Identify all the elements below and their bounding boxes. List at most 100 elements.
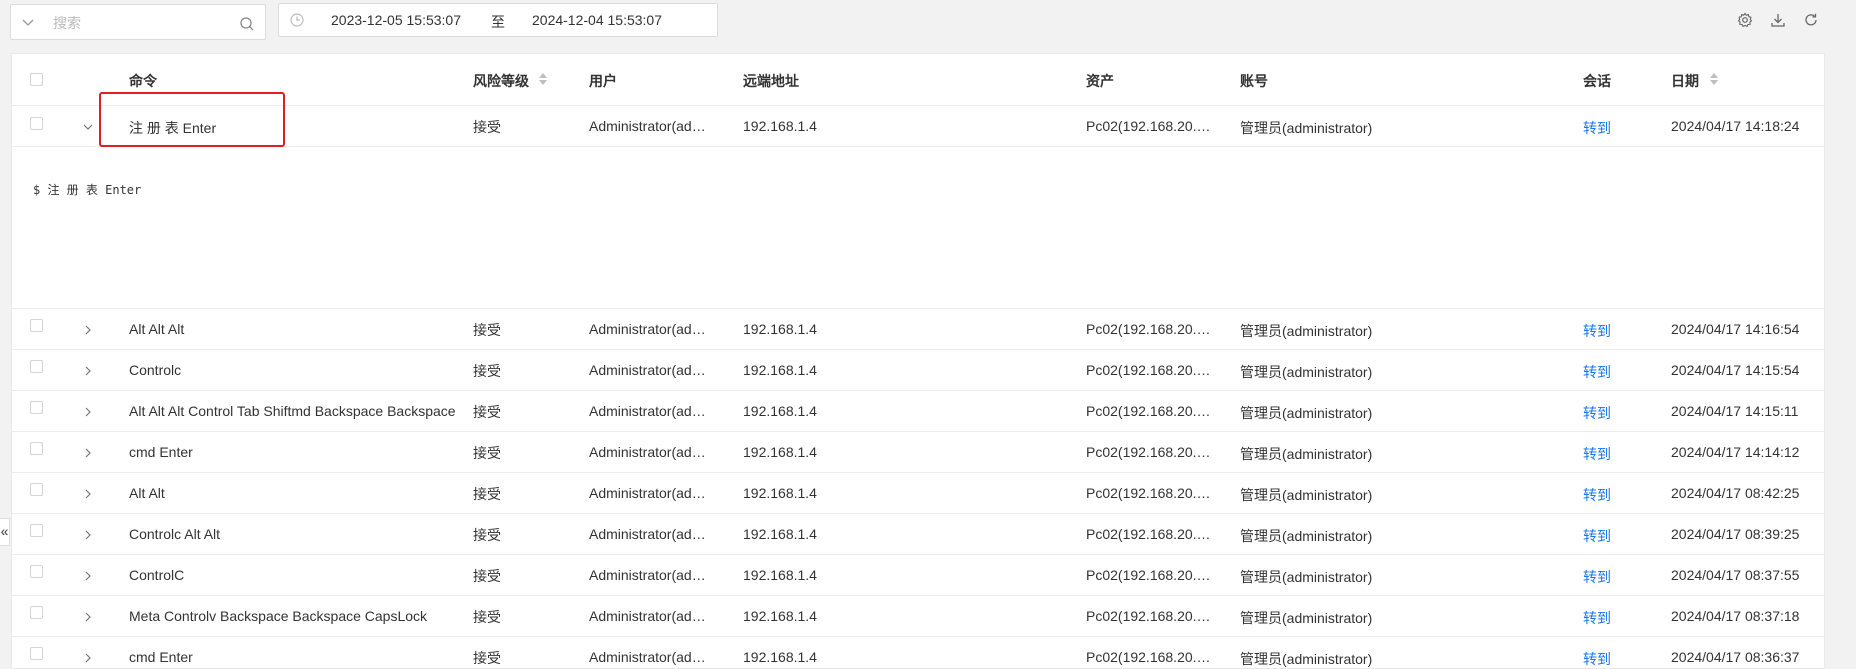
session-link[interactable]: 转到 (1583, 608, 1611, 628)
chevron-right-icon[interactable] (81, 405, 95, 419)
cell-account: 管理员(administrator) (1240, 364, 1373, 380)
cell-date: 2024/04/17 08:39:25 (1671, 526, 1800, 542)
cell-command: cmd Enter (129, 649, 193, 665)
cell-user: Administrator(administrator) (589, 608, 707, 624)
cell-account: 管理员(administrator) (1240, 487, 1373, 503)
chevron-down-icon[interactable] (81, 120, 95, 134)
cell-asset: Pc02(192.168.20.11) (1086, 526, 1214, 542)
row-checkbox[interactable] (30, 647, 43, 660)
cell-account: 管理员(administrator) (1240, 569, 1373, 585)
cell-risk: 接受 (473, 445, 501, 461)
cell-remote: 192.168.1.4 (743, 403, 817, 419)
cell-risk: 接受 (473, 404, 501, 420)
date-from[interactable]: 2023-12-05 15:53:07 (331, 12, 461, 28)
cell-remote: 192.168.1.4 (743, 444, 817, 460)
table-row[interactable]: Alt Alt Alt Control Tab Shiftmd Backspac… (12, 391, 1824, 432)
table-row[interactable]: 注 册 表 Enter 接受 Administrator(administrat… (12, 106, 1824, 147)
row-checkbox[interactable] (30, 401, 43, 414)
cell-account: 管理员(administrator) (1240, 446, 1373, 462)
row-checkbox[interactable] (30, 360, 43, 373)
sort-icon[interactable] (1709, 72, 1719, 86)
row-checkbox[interactable] (30, 565, 43, 578)
header-account: 账号 (1240, 73, 1268, 89)
chevron-right-icon[interactable] (81, 487, 95, 501)
cell-asset: Pc02(192.168.20.11) (1086, 444, 1214, 460)
row-checkbox[interactable] (30, 483, 43, 496)
date-range-picker[interactable]: 2023-12-05 15:53:07 至 2024-12-04 15:53:0… (278, 3, 718, 37)
chevron-right-icon[interactable] (81, 569, 95, 583)
date-to[interactable]: 2024-12-04 15:53:07 (532, 12, 662, 28)
table-row[interactable]: Controlc 接受 Administrator(administrator) 19… (12, 350, 1824, 391)
cell-user: Administrator(administrator) (589, 321, 707, 337)
header-date[interactable]: 日期 (1671, 71, 1699, 91)
session-link[interactable]: 转到 (1583, 403, 1611, 423)
cell-risk: 接受 (473, 119, 501, 135)
row-checkbox[interactable] (30, 442, 43, 455)
session-link[interactable]: 转到 (1583, 321, 1611, 341)
cell-asset: Pc02(192.168.20.11) (1086, 362, 1214, 378)
cell-command: Controlc (129, 362, 182, 378)
session-link[interactable]: 转到 (1583, 526, 1611, 546)
refresh-icon[interactable] (1803, 12, 1819, 28)
row-checkbox[interactable] (30, 319, 43, 332)
cell-date: 2024/04/17 14:16:54 (1671, 321, 1800, 337)
row-checkbox[interactable] (30, 117, 43, 130)
cell-remote: 192.168.1.4 (743, 118, 817, 134)
date-separator: 至 (491, 14, 505, 30)
search-box[interactable] (10, 4, 266, 40)
table-row[interactable]: cmd Enter 接受 Administrator(administrator) 1… (12, 432, 1824, 473)
cell-user: Administrator(administrator) (589, 444, 707, 460)
cell-date: 2024/04/17 14:15:11 (1671, 403, 1799, 419)
table-row[interactable]: ControlC 接受 Administrator(administrator) 19… (12, 555, 1824, 596)
search-input[interactable] (51, 11, 235, 35)
cell-user: Administrator(administrator) (589, 485, 707, 501)
collapse-sidebar-button[interactable]: « (0, 518, 10, 546)
row-checkbox[interactable] (30, 606, 43, 619)
cell-date: 2024/04/17 14:15:54 (1671, 362, 1800, 378)
chevron-right-icon[interactable] (81, 528, 95, 542)
download-icon[interactable] (1770, 12, 1786, 28)
search-icon[interactable] (239, 16, 255, 32)
session-link[interactable]: 转到 (1583, 362, 1611, 382)
select-all-checkbox[interactable] (30, 73, 43, 86)
chevron-right-icon[interactable] (81, 651, 95, 665)
cell-remote: 192.168.1.4 (743, 321, 817, 337)
cell-asset: Pc02(192.168.20.11) (1086, 567, 1214, 583)
session-link[interactable]: 转到 (1583, 649, 1611, 668)
cell-command: Alt Alt Alt Control Tab Shiftmd Backspac… (129, 403, 456, 419)
table-row[interactable]: cmd Enter 接受 Administrator(administrator) 1… (12, 637, 1824, 668)
session-link[interactable]: 转到 (1583, 485, 1611, 505)
cell-remote: 192.168.1.4 (743, 526, 817, 542)
chevron-right-icon[interactable] (81, 610, 95, 624)
chevron-down-icon[interactable] (20, 14, 36, 30)
chevron-right-icon[interactable] (81, 364, 95, 378)
chevron-right-icon[interactable] (81, 446, 95, 460)
row-checkbox[interactable] (30, 524, 43, 537)
gear-icon[interactable] (1737, 12, 1753, 28)
cell-command: Controlc Alt Alt (129, 526, 221, 542)
cell-risk: 接受 (473, 322, 501, 338)
cell-command: cmd Enter (129, 444, 193, 460)
cell-date: 2024/04/17 08:42:25 (1671, 485, 1800, 501)
cell-command: ControlC (129, 567, 185, 583)
table-row[interactable]: Controlc Alt Alt 接受 Administrator(administ… (12, 514, 1824, 555)
cell-account: 管理员(administrator) (1240, 528, 1373, 544)
cell-user: Administrator(administrator) (589, 362, 707, 378)
sort-icon[interactable] (538, 72, 548, 86)
chevron-right-icon[interactable] (81, 323, 95, 337)
cell-user: Administrator(administrator) (589, 403, 707, 419)
table-row[interactable]: Meta Controlv Backspace Backspace CapsLo… (12, 596, 1824, 637)
cell-user: Administrator(administrator) (589, 567, 707, 583)
cell-account: 管理员(administrator) (1240, 120, 1373, 136)
session-link[interactable]: 转到 (1583, 118, 1611, 138)
cell-asset: Pc02(192.168.20.11) (1086, 485, 1214, 501)
header-risk[interactable]: 风险等级 (473, 71, 529, 91)
table-row[interactable]: Alt Alt 接受 Administrator(administrator) 192… (12, 473, 1824, 514)
session-link[interactable]: 转到 (1583, 444, 1611, 464)
table-row[interactable]: Alt Alt Alt 接受 Administrator(administrator… (12, 309, 1824, 350)
cell-account: 管理员(administrator) (1240, 405, 1373, 421)
session-link[interactable]: 转到 (1583, 567, 1611, 587)
cell-asset: Pc02(192.168.20.11) (1086, 403, 1214, 419)
header-session: 会话 (1583, 73, 1611, 89)
cell-account: 管理员(administrator) (1240, 323, 1373, 339)
